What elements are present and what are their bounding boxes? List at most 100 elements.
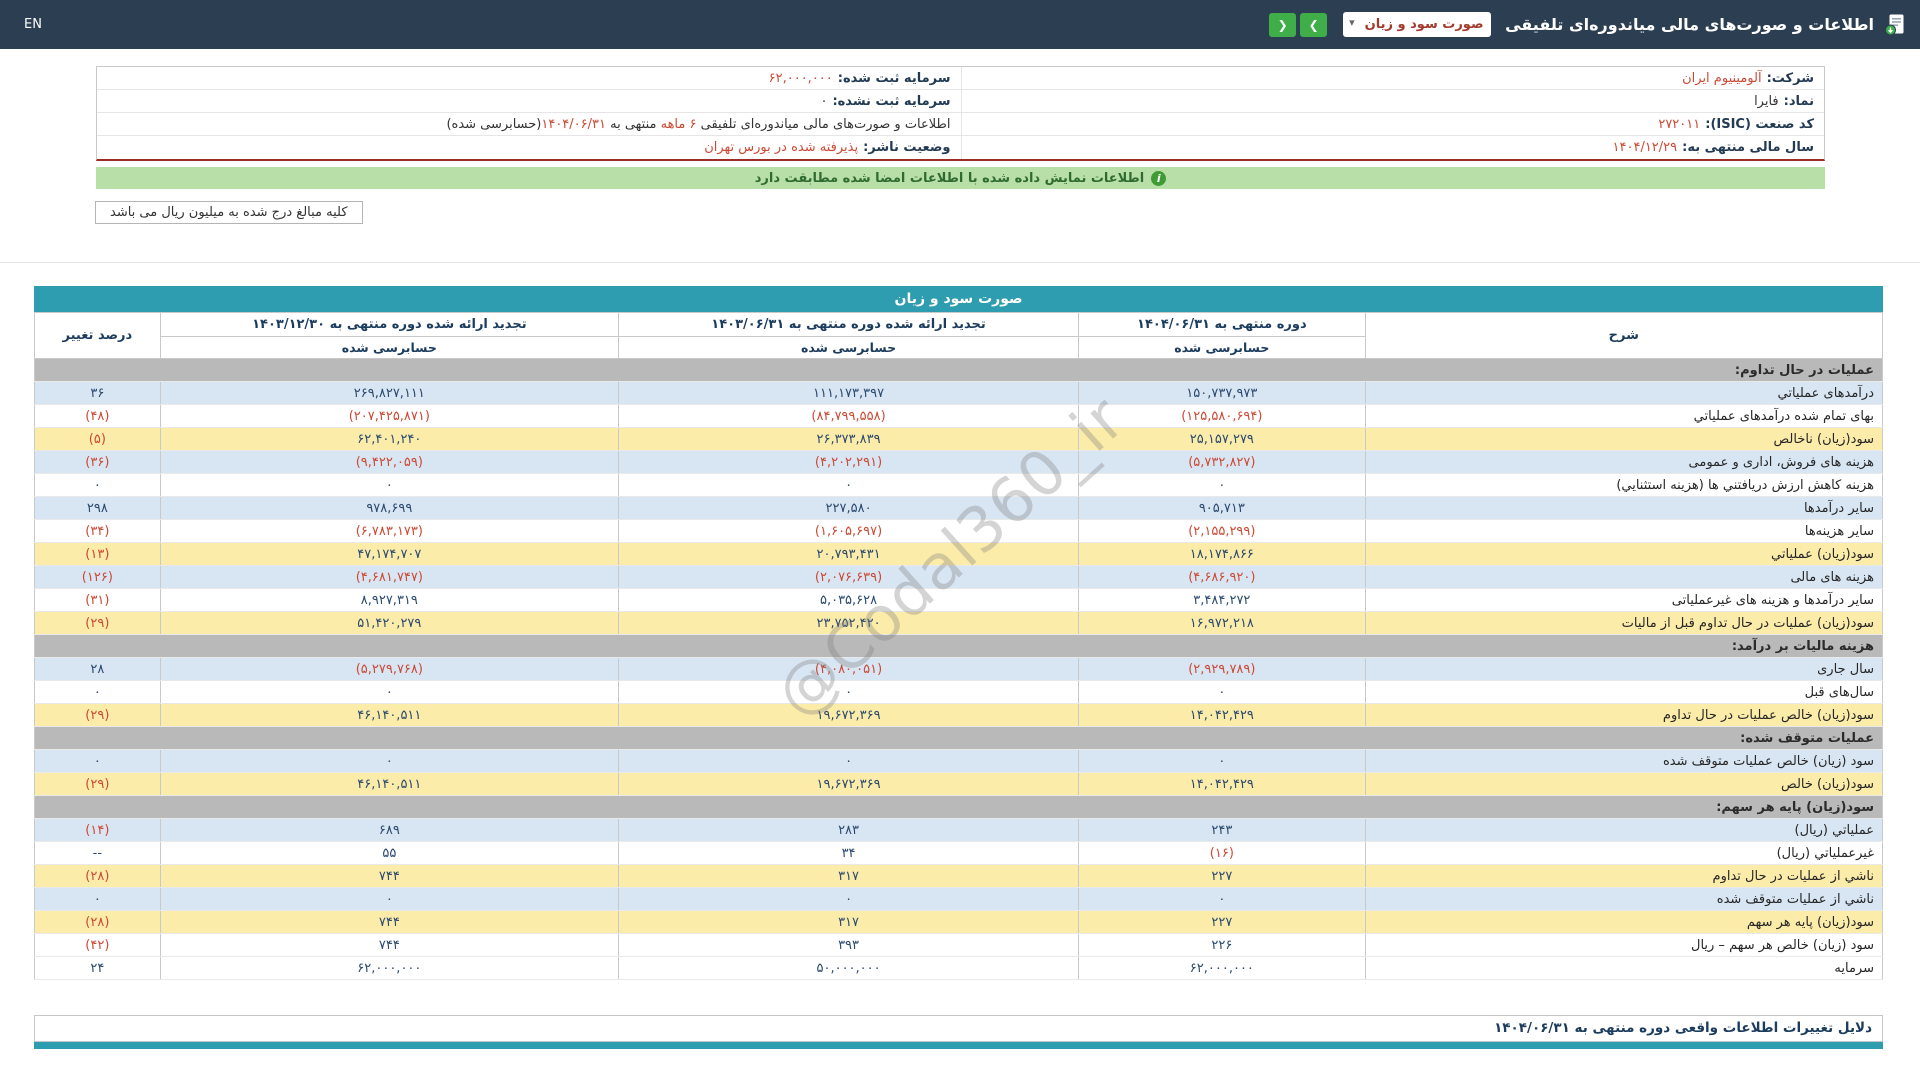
section-row-label: عملیات در حال تداوم: xyxy=(34,358,1883,382)
row-label: سود(زیان) عملیات در حال تداوم قبل از مال… xyxy=(1364,611,1884,635)
row-label: سود (زیان) خالص عملیات متوقف شده xyxy=(1364,749,1884,773)
percent-cell: ۲۹۸ xyxy=(34,496,161,520)
table-row: سایر درآمدها و هزینه های غیرعملیاتی ۳,۴۸۴… xyxy=(34,588,1884,612)
info-label: شرکت: xyxy=(1766,71,1814,86)
row-label: سرمایه xyxy=(1364,956,1884,980)
table-row: هزینه کاهش ارزش دریافتني ها (هزینه استثن… xyxy=(34,473,1884,497)
percent-cell: (۲۹) xyxy=(34,611,161,635)
value-cell: ۴۶,۱۴۰,۵۱۱ xyxy=(159,703,619,727)
unit-note: کلیه مبالغ درج شده به میلیون ریال می باش… xyxy=(95,201,363,224)
statement-select[interactable]: ▾ صورت سود و زیان xyxy=(1343,12,1492,37)
table-row: سود(زیان) عملیاتي ۱۸,۱۷۴,۸۶۶ ۲۰,۷۹۳,۴۳۱ ۴۷,… xyxy=(34,542,1884,566)
statement-tbody: عملیات در حال تداوم: درآمدهای عملیاتي ۱۵۰,… xyxy=(34,358,1884,980)
value-cell: ۷۴۴ xyxy=(159,910,619,934)
info-text-segment: ۱۴۰۴/۰۶/۳۱ xyxy=(541,117,606,132)
percent-cell: ۳۶ xyxy=(34,381,161,405)
value-cell: ۰ xyxy=(159,887,619,911)
table-row: عملیات در حال تداوم: xyxy=(34,358,1883,382)
language-toggle[interactable]: EN xyxy=(24,17,42,32)
company-info-row: سرمایه ثبت نشده: ۰ xyxy=(97,90,961,113)
company-info-row: اطلاعات و صورت‌های مالی میاندوره‌ای تلفی… xyxy=(97,113,961,136)
info-text-segment: اطلاعات و صورت‌های مالی میاندوره‌ای تلفی… xyxy=(696,117,951,132)
info-text-segment: (حسابرسی شده) xyxy=(446,117,542,132)
table-row: ناشي از عملیات در حال تداوم ۲۲۷ ۳۱۷ ۷۴۴ (۲۸) xyxy=(34,864,1884,888)
table-row: سود(زیان) ناخالص ۲۵,۱۵۷,۲۷۹ ۲۶,۳۷۳,۸۳۹ ۶۲,۴… xyxy=(34,427,1884,451)
value-cell: ۲۸۳ xyxy=(617,818,1080,842)
percent-cell: ۰ xyxy=(34,680,161,704)
value-cell: (۲۰۷,۴۲۵,۸۷۱) xyxy=(159,404,619,428)
table-row: سود(زیان) خالص عملیات در حال تداوم ۱۴,۰۴۲… xyxy=(34,703,1884,727)
value-cell: ۶۲,۴۰۱,۲۴۰ xyxy=(159,427,619,451)
column-header-period3: تجدید ارائه شده دوره منتهی به ۱۴۰۳/۱۲/۳۰ xyxy=(159,312,619,337)
value-cell: ۰ xyxy=(617,680,1080,704)
prev-statement-button[interactable]: ❮ xyxy=(1269,12,1297,37)
percent-cell: (۳۴) xyxy=(34,519,161,543)
top-header: اطلاعات و صورت‌های مالی میاندوره‌ای تلفی… xyxy=(0,0,1920,49)
percent-cell: (۴۸) xyxy=(34,404,161,428)
table-row: سود(زیان) پایه هر سهم ۲۲۷ ۳۱۷ ۷۴۴ (۲۸) xyxy=(34,910,1884,934)
value-cell: (۴,۶۸۱,۷۴۷) xyxy=(159,565,619,589)
info-label: سال مالی منتهی به: xyxy=(1682,140,1814,155)
value-cell: ۱۸,۱۷۴,۸۶۶ xyxy=(1078,542,1366,566)
info-value: ۱۴۰۴/۱۲/۲۹ xyxy=(1612,140,1678,155)
row-label: سود(زیان) پایه هر سهم xyxy=(1364,910,1884,934)
value-cell: ۲۲۷ xyxy=(1078,910,1366,934)
value-cell: (۲,۱۵۵,۲۹۹) xyxy=(1078,519,1366,543)
percent-cell: (۵) xyxy=(34,427,161,451)
value-cell: (۲,۰۷۶,۶۳۹) xyxy=(617,565,1080,589)
value-cell: (۱,۶۰۵,۶۹۷) xyxy=(617,519,1080,543)
value-cell: ۰ xyxy=(159,473,619,497)
percent-cell: ۲۸ xyxy=(34,657,161,681)
value-cell: (۴,۲۰۲,۲۹۱) xyxy=(617,450,1080,474)
table-row: سال جاری (۲,۹۲۹,۷۸۹) (۴,۰۸۰,۰۵۱) (۵,۲۷۹,۷۶۸… xyxy=(34,657,1884,681)
company-info-right: شرکت: آلومینیوم ایران نماد: فایرا کد صنعت (I… xyxy=(960,67,1824,159)
column-subheader-audited-3: حسابرسی شده xyxy=(159,336,619,359)
value-cell: (۴,۰۸۰,۰۵۱) xyxy=(617,657,1080,681)
next-statement-button[interactable]: ❯ xyxy=(1300,12,1328,37)
table-row: سال‌های قبل ۰ ۰ ۰ ۰ xyxy=(34,680,1884,704)
percent-cell: ۰ xyxy=(34,473,161,497)
chevron-right-icon: ❯ xyxy=(1308,17,1319,32)
value-cell: ۲۲۶ xyxy=(1078,933,1366,957)
table-row: سود (زیان) خالص عملیات متوقف شده ۰ ۰ ۰ ۰ xyxy=(34,749,1884,773)
value-cell: ۵۱,۴۲۰,۲۷۹ xyxy=(159,611,619,635)
statement-title: صورت سود و زیان xyxy=(34,286,1883,312)
value-cell: ۲۳,۷۵۲,۴۲۰ xyxy=(617,611,1080,635)
table-row: عملیات متوقف شده: xyxy=(34,726,1883,750)
table-row: هزینه مالیات بر درآمد: xyxy=(34,634,1883,658)
value-cell: ۷۴۴ xyxy=(159,864,619,888)
company-info-row: کد صنعت (ISIC): ۲۷۲۰۱۱ xyxy=(961,113,1824,136)
info-icon: i xyxy=(1151,170,1167,186)
value-cell: ۰ xyxy=(617,887,1080,911)
value-cell: ۲۲۷ xyxy=(1078,864,1366,888)
info-label: نماد: xyxy=(1783,94,1814,109)
table-row: سایر درآمدها ۹۰۵,۷۱۳ ۲۲۷,۵۸۰ ۹۷۸,۶۹۹ ۲۹۸ xyxy=(34,496,1884,520)
percent-cell: (۱۳) xyxy=(34,542,161,566)
row-label: بهای تمام شده درآمدهای عملیاتي xyxy=(1364,404,1884,428)
column-subheader-audited-2: حسابرسی شده xyxy=(617,336,1080,359)
value-cell: ۰ xyxy=(1078,680,1366,704)
statement-table: شرح دوره منتهی به ۱۴۰۴/۰۶/۳۱ تجدید ارائه… xyxy=(34,312,1884,980)
company-info-left: سرمایه ثبت شده: ۶۲,۰۰۰,۰۰۰ سرمایه ثبت نشده… xyxy=(97,67,961,159)
table-row: درآمدهای عملیاتي ۱۵۰,۷۳۷,۹۷۳ ۱۱۱,۱۷۳,۳۹۷ ۲۶… xyxy=(34,381,1884,405)
row-label: سود(زیان) خالص xyxy=(1364,772,1884,796)
column-header-percent-change: درصد تغییر xyxy=(34,312,161,359)
value-cell: ۰ xyxy=(1078,749,1366,773)
percent-cell: (۳۱) xyxy=(34,588,161,612)
value-cell: (۲,۹۲۹,۷۸۹) xyxy=(1078,657,1366,681)
percent-cell: ۰ xyxy=(34,749,161,773)
company-info-row: شرکت: آلومینیوم ایران xyxy=(961,67,1824,90)
statement-section: صورت سود و زیان شرح دوره منتهی به ۱۴۰۴/۰… xyxy=(34,286,1884,980)
value-cell: ۱۹,۶۷۲,۳۶۹ xyxy=(617,772,1080,796)
value-cell: ۲۶۹,۸۲۷,۱۱۱ xyxy=(159,381,619,405)
info-label: سرمایه ثبت نشده: xyxy=(832,94,951,109)
value-cell: (۹,۴۲۲,۰۵۹) xyxy=(159,450,619,474)
value-cell: (۴,۶۸۶,۹۲۰) xyxy=(1078,565,1366,589)
table-row: سود(زیان) پایه هر سهم: xyxy=(34,795,1883,819)
column-header-desc: شرح xyxy=(1364,312,1884,359)
value-cell: ۱۶,۹۷۲,۲۱۸ xyxy=(1078,611,1366,635)
value-cell: ۲۵,۱۵۷,۲۷۹ xyxy=(1078,427,1366,451)
value-cell: ۶۸۹ xyxy=(159,818,619,842)
export-icon[interactable] xyxy=(1884,13,1906,37)
row-label: سایر هزینه‌ها xyxy=(1364,519,1884,543)
